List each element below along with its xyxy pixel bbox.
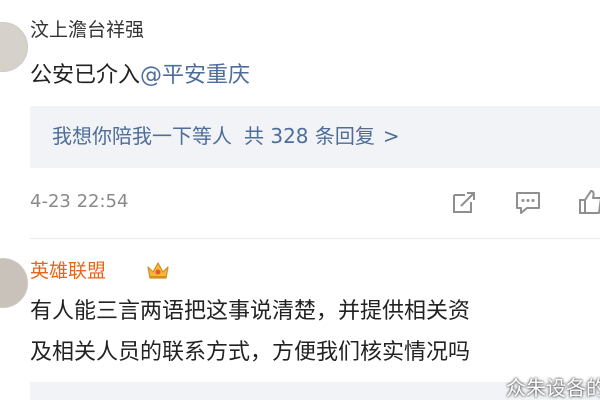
avatar[interactable] xyxy=(0,258,28,308)
like-icon[interactable] xyxy=(577,188,600,216)
reply-arrow-icon: > xyxy=(382,124,400,148)
reply-preview-text: 我想你陪我一下等人 xyxy=(52,124,232,148)
comment-icon[interactable] xyxy=(514,188,542,216)
mention-link[interactable]: @平安重庆 xyxy=(140,63,250,88)
comment-username[interactable]: 汶上澹台祥强 xyxy=(30,21,144,40)
comment-divider xyxy=(30,238,600,239)
avatar[interactable] xyxy=(0,22,28,72)
reply-count: 共 328 条回复 xyxy=(244,124,375,148)
share-icon[interactable] xyxy=(450,188,478,216)
comment-body: 公安已介入 xyxy=(30,63,141,88)
reply-preview[interactable]: 我想你陪我一下等人共 328 条回复 > xyxy=(52,126,400,146)
reply-preview-box[interactable]: 我想你陪我一下等人共 328 条回复 > xyxy=(30,106,600,168)
comment-username[interactable]: 英雄联盟 xyxy=(30,262,106,281)
comment-timestamp: 4-23 22:54 xyxy=(30,191,129,212)
comment-text-line: 有人能三言两语把这事说清楚，并提供相关资 xyxy=(30,299,471,324)
comment-text-line: 及相关人员的联系方式，方便我们核实情况吗 xyxy=(30,340,471,365)
comment-text: 公安已介入@平安重庆 xyxy=(30,65,250,87)
watermark: 众朱设各的 xyxy=(506,376,600,400)
weibo-comment-thread: 汶上澹台祥强 公安已介入@平安重庆 我想你陪我一下等人共 328 条回复 > 4-… xyxy=(0,0,600,400)
crown-icon xyxy=(146,259,170,281)
